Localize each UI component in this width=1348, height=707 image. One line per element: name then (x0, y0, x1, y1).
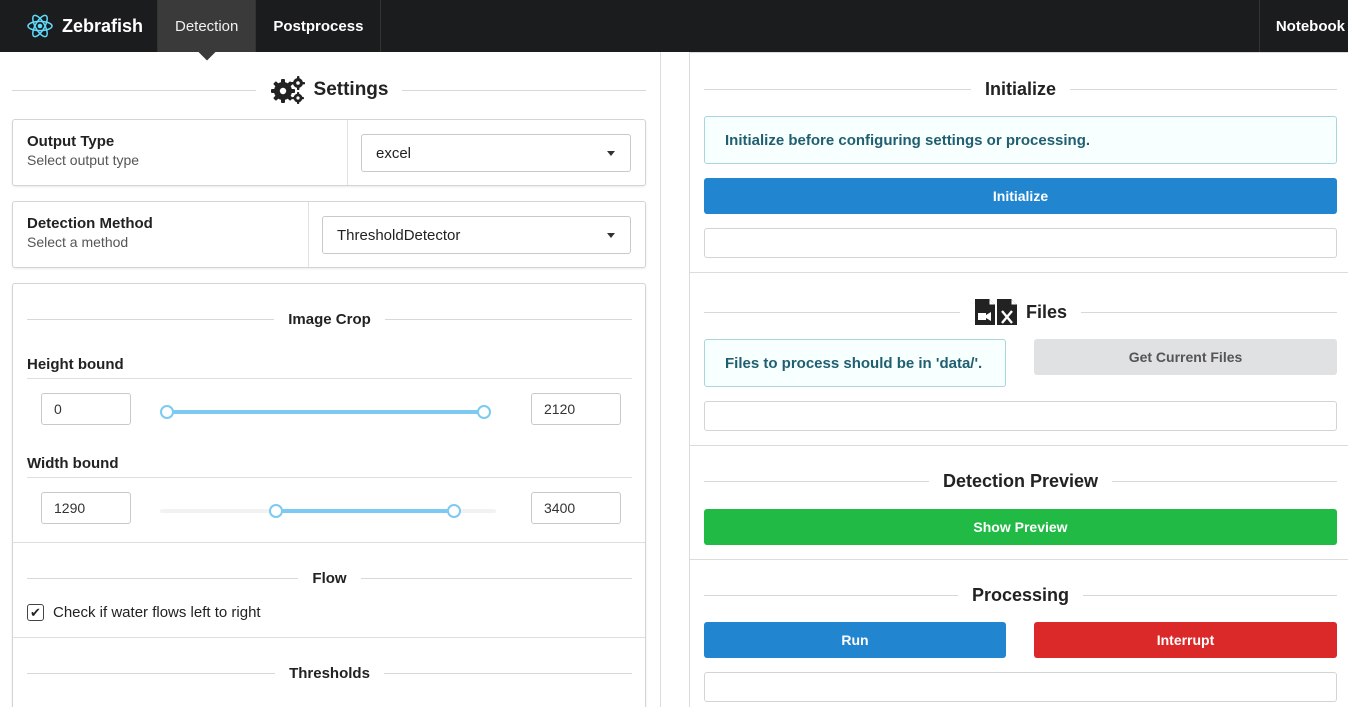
brand-name: Zebrafish (62, 15, 144, 36)
width-bound-low-handle[interactable] (269, 504, 284, 518)
flow-checkbox[interactable]: ✔ (27, 604, 44, 621)
image-crop-title: Image Crop (288, 310, 371, 328)
initialize-output (704, 228, 1337, 258)
run-button[interactable]: Run (704, 622, 1006, 658)
files-output (704, 401, 1337, 431)
flow-checkbox-label[interactable]: Check if water flows left to right (53, 604, 261, 621)
width-bound-high-handle[interactable] (446, 504, 461, 518)
processing-heading: Processing (704, 583, 1338, 607)
processing-output (704, 672, 1337, 702)
settings-heading: Settings (12, 75, 647, 105)
detection-method-label: Detection Method (27, 215, 153, 232)
settings-panel: Settings Output Type Select output type … (0, 52, 661, 707)
interrupt-button[interactable]: Interrupt (1034, 622, 1337, 658)
initialize-message: Initialize before configuring settings o… (704, 116, 1337, 164)
settings-title: Settings (313, 79, 389, 100)
preview-title: Detection Preview (942, 470, 1099, 491)
thresholds-title: Thresholds (289, 664, 370, 682)
output-type-dropdown[interactable]: excel (361, 134, 631, 172)
thresholds-heading: Thresholds (27, 662, 633, 684)
preview-heading: Detection Preview (704, 469, 1337, 493)
output-type-value: excel (376, 144, 412, 162)
processing-title: Processing (971, 584, 1070, 605)
caret-down-icon (607, 233, 615, 238)
nav-notebook[interactable]: Notebook (1258, 0, 1348, 52)
brand[interactable]: Zebrafish (0, 0, 158, 52)
flow-title: Flow (312, 569, 347, 587)
image-crop-heading: Image Crop (27, 308, 633, 330)
files-heading: Files (704, 297, 1337, 327)
show-preview-button[interactable]: Show Preview (704, 509, 1337, 545)
tab-postprocess[interactable]: Postprocess (256, 0, 382, 52)
output-type-label: Output Type (27, 133, 115, 150)
detection-method-field: Detection Method Select a method Thresho… (12, 201, 646, 268)
height-bound-low-handle[interactable] (160, 405, 174, 419)
width-min-input[interactable]: 1290 (41, 492, 131, 524)
height-bound-slider-fill (167, 410, 484, 414)
initialize-title: Initialize (985, 78, 1057, 99)
file-video-excel-icon (974, 299, 1017, 325)
width-bound-slider[interactable] (160, 501, 496, 521)
tab-detection[interactable]: Detection (158, 0, 257, 52)
checkmark-icon: ✔ (30, 605, 41, 620)
initialize-heading: Initialize (704, 77, 1338, 101)
height-min-input[interactable]: 0 (41, 393, 131, 425)
detection-method-sublabel: Select a method (27, 234, 129, 250)
initialize-button[interactable]: Initialize (704, 178, 1337, 214)
actions-panel: Initialize Initialize before configuring… (689, 52, 1348, 707)
height-bound-label: Height bound (27, 356, 124, 373)
output-type-field: Output Type Select output type excel (12, 119, 646, 186)
files-title: Files (1025, 301, 1068, 322)
crop-flow-thresholds-section: Image Crop Height bound 0 2120 Width bou… (12, 283, 646, 707)
caret-down-icon (607, 151, 615, 156)
width-max-input[interactable]: 3400 (531, 492, 621, 524)
flow-heading: Flow (27, 567, 633, 589)
detection-method-dropdown[interactable]: ThresholdDetector (322, 216, 631, 254)
width-bound-slider-fill (276, 509, 454, 513)
get-current-files-button[interactable]: Get Current Files (1034, 339, 1337, 375)
height-max-input[interactable]: 2120 (531, 393, 621, 425)
width-bound-label: Width bound (27, 455, 119, 472)
height-bound-high-handle[interactable] (477, 405, 491, 419)
cogs-icon (270, 76, 305, 104)
top-navbar: Zebrafish Detection Postprocess Notebook (0, 0, 1348, 52)
output-type-sublabel: Select output type (27, 152, 140, 168)
files-message: Files to process should be in 'data/'. (704, 339, 1006, 387)
detection-method-value: ThresholdDetector (337, 226, 461, 244)
height-bound-slider[interactable] (160, 402, 491, 422)
react-atom-icon (27, 14, 53, 38)
